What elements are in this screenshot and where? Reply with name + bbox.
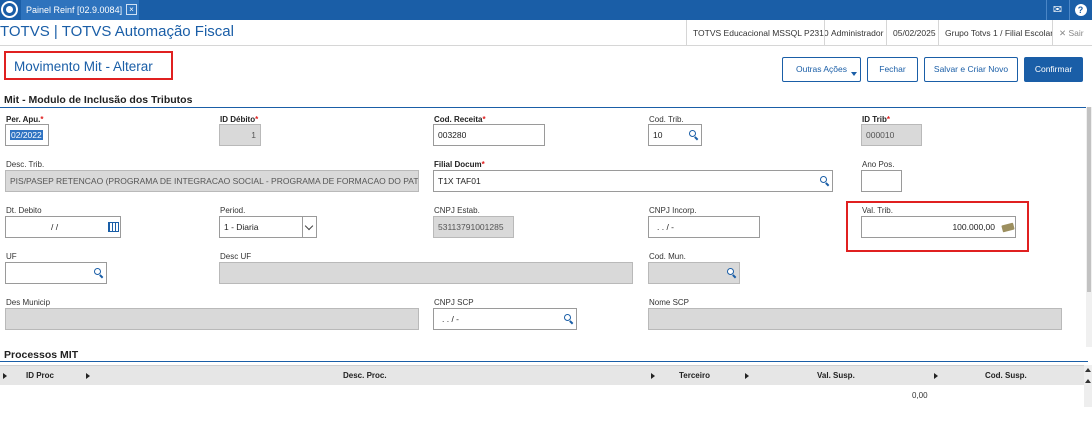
col-id-proc[interactable]: ID Proc [26,366,54,386]
ano-pos-label: Ano Pos. [862,160,895,169]
logout-button[interactable]: ✕ Sair [1052,20,1090,46]
app-title: TOTVS | TOTVS Automação Fiscal [0,23,234,40]
calendar-icon[interactable] [108,222,119,232]
page-title-highlight: Movimento Mit - Alterar [4,51,173,80]
cod-trib-label: Cod. Trib. [649,115,684,124]
section-title-mit: Mit - Modulo de Inclusão dos Tributos [4,94,193,106]
cod-receita-label: Cod. Receita* [434,115,486,124]
search-icon[interactable] [94,268,104,279]
processos-table-header: ID Proc Desc. Proc. Terceiro Val. Susp. … [0,365,1084,385]
cnpj-incorp-label: CNPJ Incorp. [649,206,697,215]
table-scrollbar[interactable] [1084,365,1092,407]
page-title: Movimento Mit - Alterar [14,59,153,74]
sort-arrow-icon[interactable] [3,373,7,379]
ano-pos-field[interactable] [861,170,902,192]
user-label: Administrador [824,20,889,46]
search-icon[interactable] [727,268,737,279]
des-municip-label: Des Municip [6,298,51,307]
id-debito-field: 1 [219,124,261,146]
search-icon[interactable] [564,314,574,325]
save-and-new-button[interactable]: Salvar e Criar Novo [924,57,1018,82]
filial-docum-label: Filial Docum* [434,160,485,169]
totvs-logo-icon [1,1,18,18]
cod-mun-label: Cod. Mun. [649,252,686,261]
desc-uf-label: Desc UF [220,252,252,261]
dt-debito-label: Dt. Debito [6,206,42,215]
col-cod-susp[interactable]: Cod. Susp. [985,366,1027,386]
col-terceiro[interactable]: Terceiro [679,366,710,386]
other-actions-button[interactable]: Outras Ações [782,57,861,82]
uf-label: UF [6,252,17,261]
app-header: TOTVS | TOTVS Automação Fiscal TOTVS Edu… [0,20,1092,46]
dt-debito-field[interactable]: / / [5,216,121,238]
cnpj-scp-field[interactable]: . . / - [433,308,577,330]
search-icon[interactable] [689,130,699,141]
section-divider [0,107,1088,108]
sort-arrow-icon[interactable] [651,373,655,379]
table-row-val-susp: 0,00 [912,391,928,400]
desc-trib-field: PIS/PASEP RETENCAO (PROGRAMA DE INTEGRAC… [5,170,419,192]
period-select[interactable]: 1 - Diaria [219,216,317,238]
chevron-down-icon [851,72,857,76]
id-trib-label: ID Trib* [862,115,891,124]
cnpj-scp-label: CNPJ SCP [434,298,474,307]
mail-icon[interactable]: ✉ [1046,0,1068,20]
period-label: Period. [220,206,246,215]
search-icon[interactable] [820,176,830,187]
desc-uf-field [219,262,633,284]
id-trib-field: 000010 [861,124,922,146]
tab-painel-reinf[interactable]: Painel Reinf [02.9.0084] × [21,0,139,20]
top-bar: Painel Reinf [02.9.0084] × ✉ ? [0,0,1092,20]
nome-scp-label: Nome SCP [649,298,690,307]
cnpj-incorp-field[interactable]: . . / - [648,216,760,238]
section-title-processos: Processos MIT [4,349,79,361]
cnpj-estab-field: 53113791001285 [433,216,514,238]
money-icon[interactable] [1001,222,1015,233]
tab-close-icon[interactable]: × [126,4,137,15]
nome-scp-field [648,308,1062,330]
close-button[interactable]: Fechar [867,57,918,82]
sort-arrow-icon[interactable] [745,373,749,379]
cnpj-estab-label: CNPJ Estab. [434,206,480,215]
per-apu-label: Per. Apu.* [6,115,44,124]
scroll-up-icon[interactable] [1085,379,1091,383]
val-trib-label: Val. Trib. [862,206,893,215]
val-trib-field[interactable]: 100.000,00 [861,216,1016,238]
help-icon[interactable]: ? [1069,0,1091,20]
form-scrollbar[interactable] [1086,107,1092,347]
desc-trib-label: Desc. Trib. [6,160,45,169]
cod-receita-field[interactable]: 003280 [433,124,545,146]
date-label: 05/02/2025 [886,20,942,46]
environment-label: TOTVS Educacional MSSQL P2310 [686,20,835,46]
branch-label: Grupo Totvs 1 / Filial Escolar [938,20,1059,46]
chevron-down-icon[interactable] [302,217,316,237]
tab-label: Painel Reinf [02.9.0084] [26,5,123,15]
cod-mun-field[interactable] [648,262,740,284]
filial-docum-field[interactable]: T1X TAF01 [433,170,833,192]
col-desc-proc[interactable]: Desc. Proc. [343,366,387,386]
id-debito-label: ID Débito* [220,115,259,124]
scrollbar-thumb[interactable] [1087,107,1091,292]
col-val-susp[interactable]: Val. Susp. [817,366,855,386]
section-divider [0,361,1088,362]
sort-arrow-icon[interactable] [934,373,938,379]
confirm-button[interactable]: Confirmar [1024,57,1083,82]
sort-arrow-icon[interactable] [86,373,90,379]
scroll-up-icon[interactable] [1085,368,1091,372]
cod-trib-field[interactable]: 10 [648,124,702,146]
des-municip-field [5,308,419,330]
uf-field[interactable] [5,262,107,284]
per-apu-field[interactable]: 02/2022 [5,124,49,146]
